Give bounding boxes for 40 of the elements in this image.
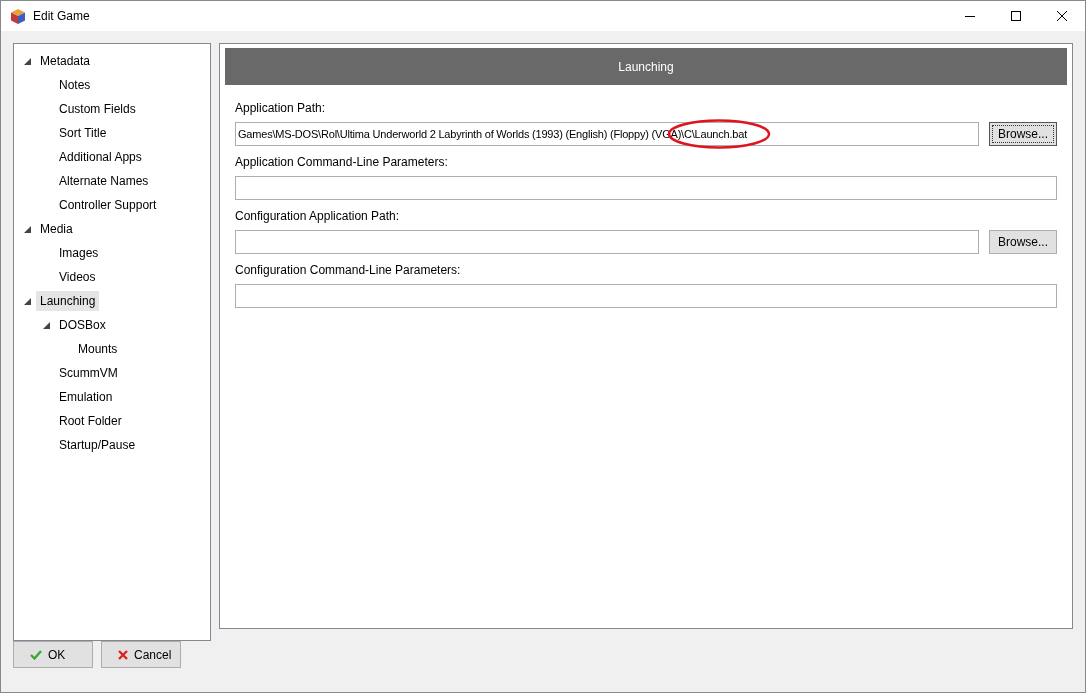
maximize-icon (1011, 11, 1021, 21)
tree-item[interactable]: Mounts (74, 339, 122, 359)
field-label: Configuration Application Path: (235, 208, 401, 225)
close-icon (1057, 11, 1067, 21)
tree-item[interactable]: Controller Support (55, 195, 161, 215)
input-field[interactable] (235, 176, 1057, 200)
ok-button[interactable]: OK (13, 641, 93, 668)
tree-item[interactable]: Videos (55, 267, 100, 287)
expander-icon[interactable] (23, 297, 31, 305)
tree-item[interactable]: Launching (36, 291, 100, 311)
field-label: Configuration Command-Line Parameters: (235, 262, 462, 279)
tree-item[interactable]: Media (36, 219, 77, 239)
field-label: Application Command-Line Parameters: (235, 154, 449, 171)
browse-button[interactable]: Browse... (989, 230, 1057, 254)
app-cube-icon (11, 8, 25, 24)
tree-item[interactable]: Alternate Names (55, 171, 153, 191)
tree-item[interactable]: Notes (55, 75, 95, 95)
cancel-button[interactable]: Cancel (101, 641, 181, 668)
tree-item[interactable]: DOSBox (55, 315, 110, 335)
input-field[interactable] (235, 284, 1057, 308)
cross-icon (118, 649, 128, 660)
section-header: Launching (225, 48, 1067, 85)
tree-item[interactable]: Images (55, 243, 103, 263)
tree-item[interactable]: Root Folder (55, 411, 126, 431)
tree-item[interactable]: Sort Title (55, 123, 111, 143)
window-title: Edit Game (33, 9, 90, 23)
minimize-icon (965, 15, 975, 17)
expander-icon[interactable] (42, 321, 50, 329)
tree-item[interactable]: Emulation (55, 387, 117, 407)
field-label: Application Path: (235, 100, 327, 117)
browse-button[interactable]: Browse... (989, 122, 1057, 146)
input-field[interactable] (235, 230, 979, 254)
expander-icon[interactable] (23, 225, 31, 233)
tree-item[interactable]: ScummVM (55, 363, 122, 383)
tree-item[interactable]: Startup/Pause (55, 435, 140, 455)
tree-item[interactable]: Custom Fields (55, 99, 140, 119)
tree-item[interactable]: Additional Apps (55, 147, 146, 167)
tree-item[interactable]: Metadata (36, 51, 95, 71)
check-icon (30, 649, 42, 660)
expander-icon[interactable] (23, 57, 31, 65)
